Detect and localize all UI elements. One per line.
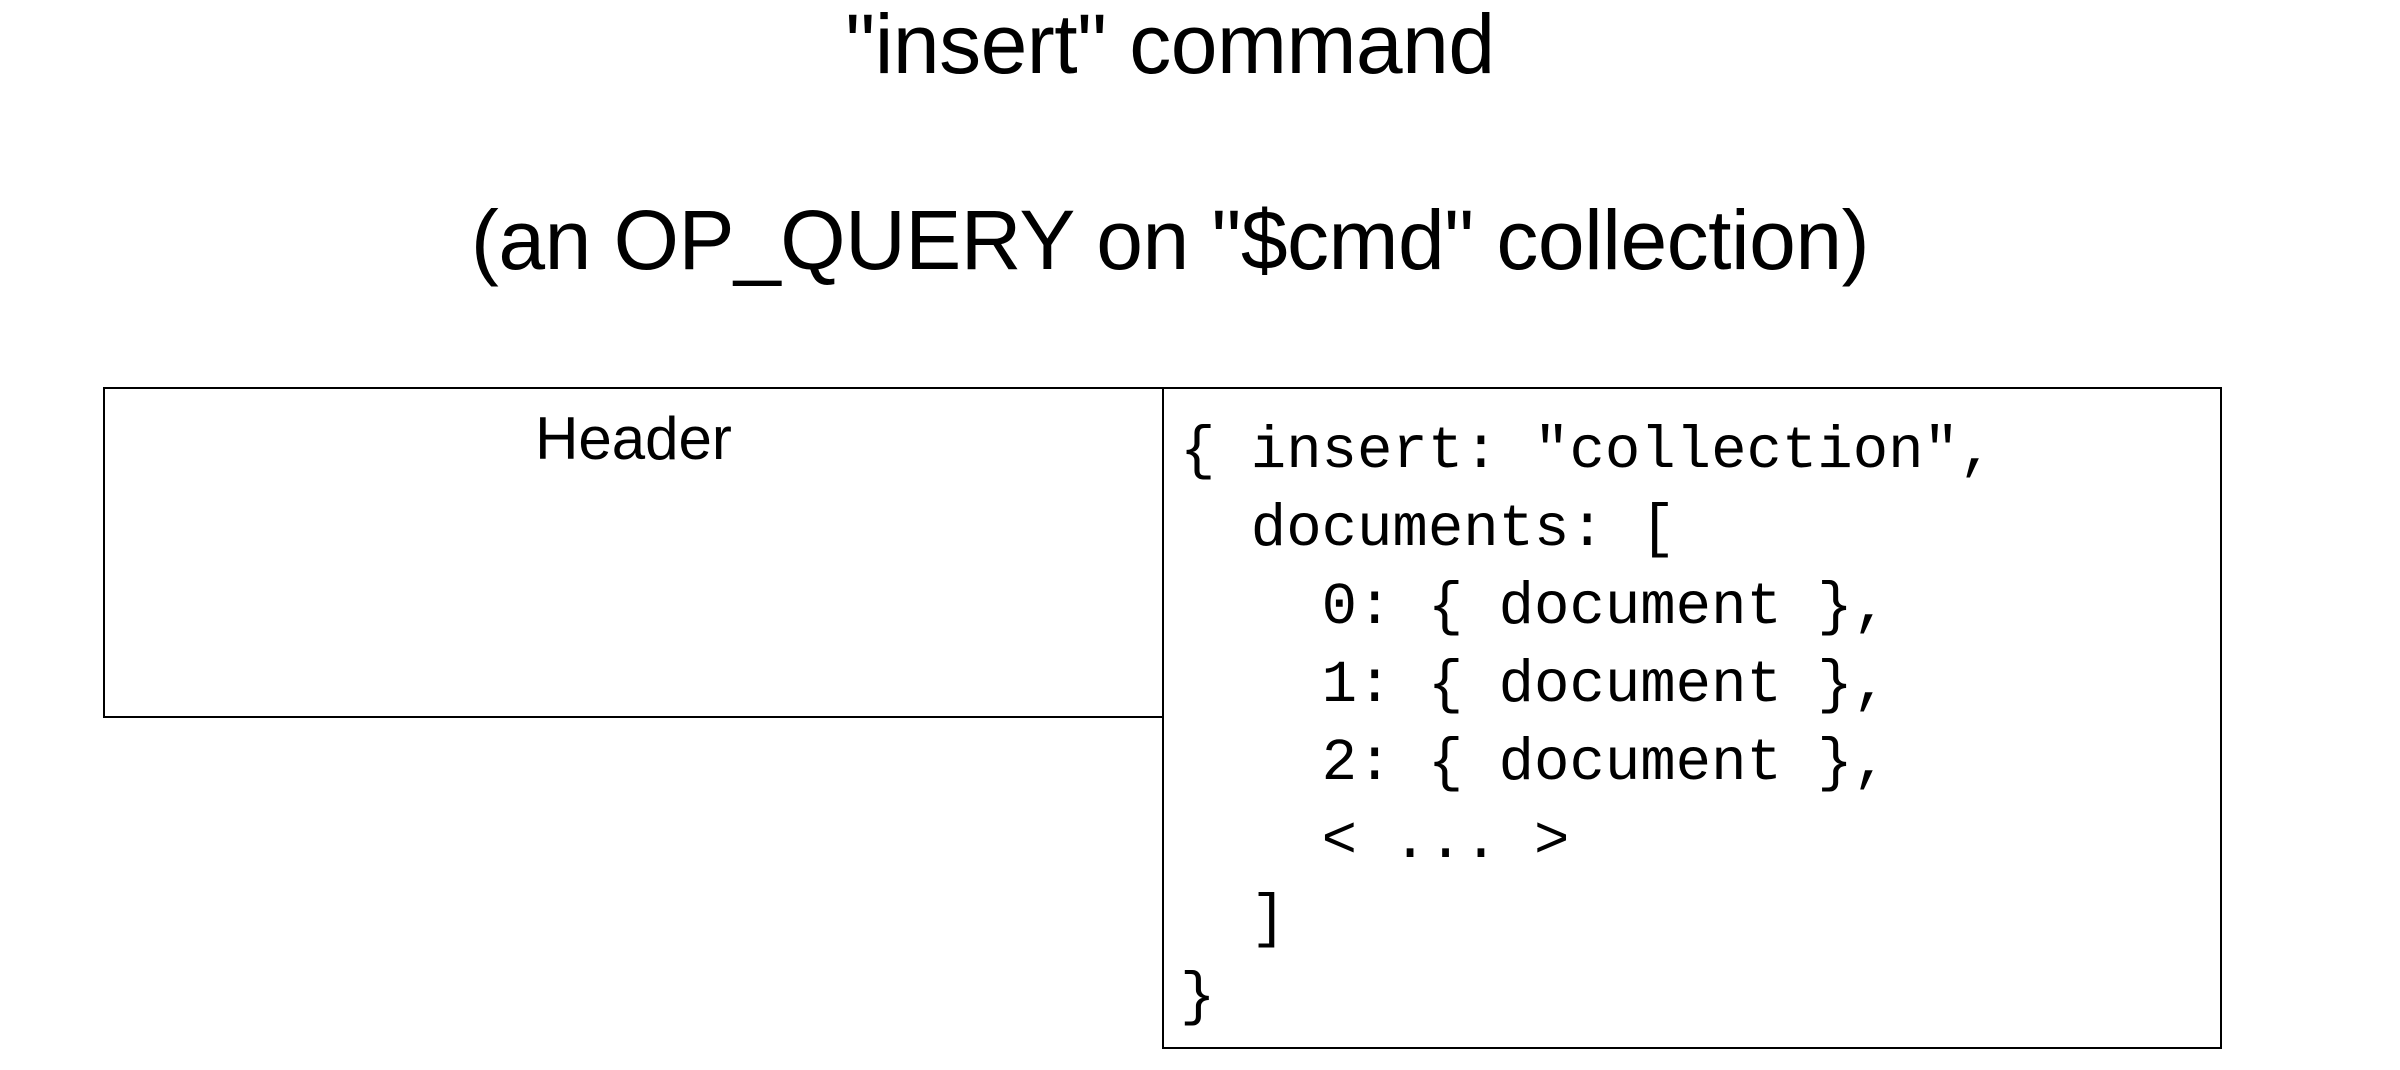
code-line: < ... > <box>1180 808 1570 875</box>
diagram-subtitle: (an OP_QUERY on "$cmd" collection) <box>470 193 1870 287</box>
code-line: 0: { document }, <box>1180 574 1889 641</box>
header-section-label: Header <box>535 405 732 472</box>
code-line: 2: { document }, <box>1180 730 1889 797</box>
code-line: { insert: "collection", <box>1180 418 1995 485</box>
code-line: documents: [ <box>1180 496 1676 563</box>
command-document-code: { insert: "collection", documents: [ 0: … <box>1180 413 1994 1037</box>
code-line: } <box>1180 964 1216 1031</box>
header-section-box: Header <box>103 387 1164 718</box>
code-line: ] <box>1180 886 1287 953</box>
code-line: 1: { document }, <box>1180 652 1889 719</box>
command-document-box: { insert: "collection", documents: [ 0: … <box>1162 387 2222 1049</box>
diagram-title: "insert" command <box>845 0 1495 91</box>
